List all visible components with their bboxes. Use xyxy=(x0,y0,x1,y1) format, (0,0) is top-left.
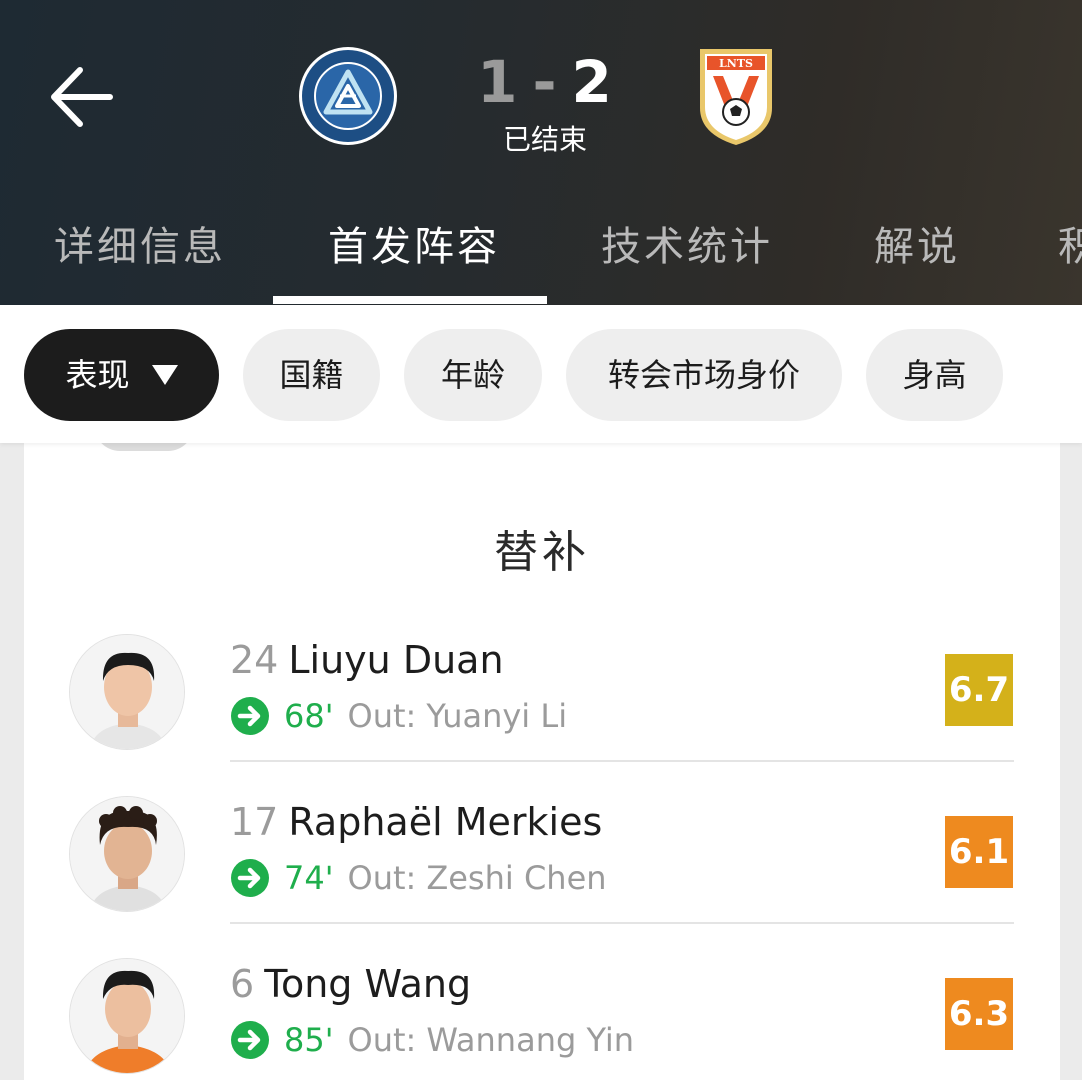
filter-performance-label: 表现 xyxy=(65,356,130,394)
player-avatar xyxy=(69,958,185,1074)
section-title: 替补 xyxy=(494,527,590,578)
filter-nationality[interactable]: 国籍 xyxy=(243,329,380,421)
player-name-line: 24 Liuyu Duan xyxy=(230,638,504,682)
sub-in-arrow-icon xyxy=(231,697,269,735)
substitution-info: 68' Out: Yuanyi Li xyxy=(230,696,567,736)
player-name-line: 6 Tong Wang xyxy=(230,962,471,1006)
tab-commentary[interactable]: 解说 xyxy=(874,214,960,272)
out-player: Wannang Yin xyxy=(426,1021,635,1059)
scoreline: 1-2 xyxy=(440,52,650,112)
tab-lineups[interactable]: 首发阵容 xyxy=(328,214,500,272)
player-name: Raphaël Merkies xyxy=(288,800,603,844)
player-rating-badge: 6.1 xyxy=(945,816,1013,888)
filter-height[interactable]: 身高 xyxy=(866,329,1003,421)
player-number: 6 xyxy=(230,962,255,1006)
player-name-line: 17 Raphaël Merkies xyxy=(230,800,602,844)
out-label: Out: xyxy=(347,859,417,897)
player-photo-icon xyxy=(70,797,184,911)
triangle-down-icon xyxy=(151,365,178,385)
tab-bar: 详细信息 首发阵容 技术统计 解说 积 xyxy=(0,196,1082,306)
player-row[interactable]: 6 Tong Wang 85' Out: Wannang Yin 6.3 xyxy=(24,924,1060,1080)
filter-age[interactable]: 年龄 xyxy=(404,329,542,421)
player-photo-icon xyxy=(70,635,184,749)
tab-stats[interactable]: 技术统计 xyxy=(601,214,773,272)
sub-minute: 68' xyxy=(284,697,334,735)
player-avatar xyxy=(69,796,185,912)
away-logo-text: LNTS xyxy=(719,57,753,70)
tab-details[interactable]: 详细信息 xyxy=(54,214,226,272)
sub-in-arrow-icon xyxy=(231,859,269,897)
player-name: Tong Wang xyxy=(264,962,472,1006)
player-rating-badge: 6.7 xyxy=(945,654,1013,726)
filter-market-value[interactable]: 转会市场身价 xyxy=(566,329,842,421)
player-number: 24 xyxy=(230,638,279,682)
player-row[interactable]: 24 Liuyu Duan 68' Out: Yuanyi Li 6.7 xyxy=(24,600,1060,762)
player-name: Liuyu Duan xyxy=(288,638,504,682)
substitution-info: 74' Out: Zeshi Chen xyxy=(230,858,607,898)
score-separator: - xyxy=(532,48,558,116)
tab-standings[interactable]: 积 xyxy=(1058,214,1082,272)
sub-minute: 85' xyxy=(284,1021,334,1059)
out-label: Out: xyxy=(347,1021,417,1059)
filter-bar: 表现 国籍 年龄 转会市场身价 身高 xyxy=(0,305,1082,443)
substitution-info: 85' Out: Wannang Yin xyxy=(230,1020,634,1060)
player-row[interactable]: 17 Raphaël Merkies 74' Out: Zeshi Chen 6.… xyxy=(24,762,1060,924)
home-score: 1 xyxy=(477,48,519,116)
away-team-logo[interactable]: LNTS xyxy=(697,46,775,148)
out-player: Yuanyi Li xyxy=(426,697,568,735)
arrow-left-icon xyxy=(51,67,113,127)
out-player: Zeshi Chen xyxy=(426,859,607,897)
player-rating-badge: 6.3 xyxy=(945,978,1013,1050)
player-avatar xyxy=(69,634,185,750)
score-block: 1-2 已结束 xyxy=(440,52,650,158)
out-label: Out: xyxy=(347,697,417,735)
player-number: 17 xyxy=(230,800,279,844)
match-status: 已结束 xyxy=(502,123,587,156)
active-tab-indicator xyxy=(273,296,547,304)
shenzhen-peng-city-logo-icon xyxy=(299,47,397,145)
back-button[interactable] xyxy=(46,62,116,132)
match-screen: 1-2 已结束 LNTS 详细信息 首发阵容 技术统计 解说 积 表现 国籍 年… xyxy=(0,0,1082,1080)
sub-in-arrow-icon xyxy=(231,1021,269,1059)
home-team-logo[interactable] xyxy=(298,46,398,146)
away-score: 2 xyxy=(571,48,613,116)
match-header: 1-2 已结束 LNTS 详细信息 首发阵容 技术统计 解说 积 xyxy=(0,0,1082,305)
filter-performance-dropdown[interactable]: 表现 xyxy=(24,329,219,421)
shandong-taishan-logo-icon: LNTS xyxy=(700,49,772,145)
sub-minute: 74' xyxy=(284,859,334,897)
player-photo-icon xyxy=(70,959,184,1073)
substitutes-card: 替补 24 Liuyu Duan 68' Out: Yuanyi Li 6.7 … xyxy=(24,420,1060,1080)
